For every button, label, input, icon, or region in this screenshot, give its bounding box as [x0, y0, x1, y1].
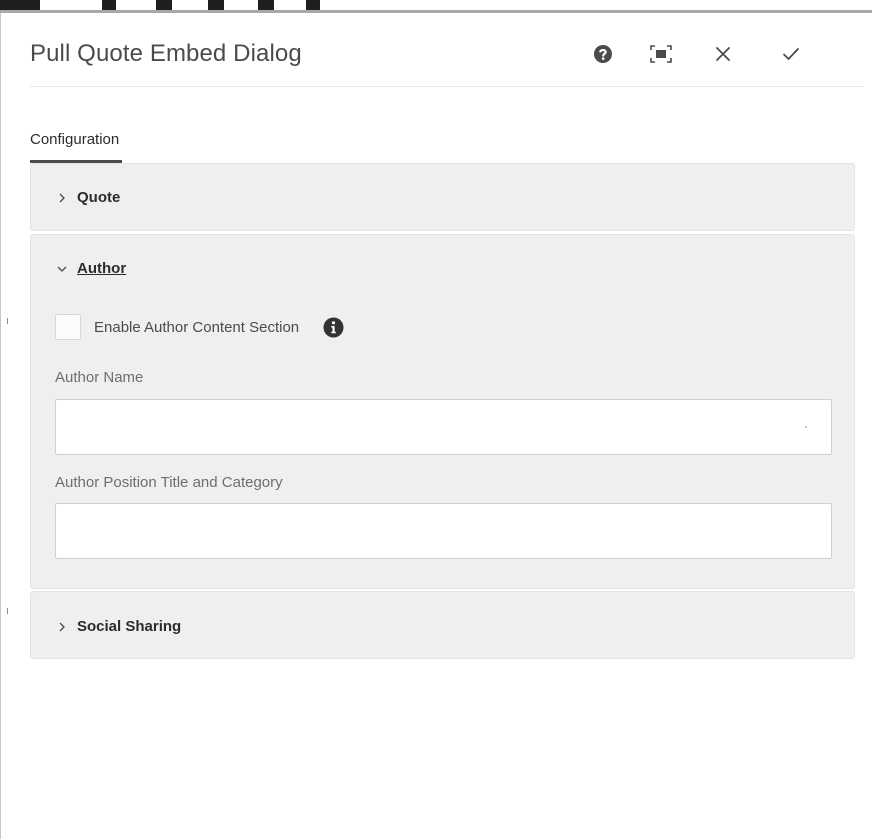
enable-author-row: Enable Author Content Section	[55, 314, 344, 340]
quote-section-label: Quote	[77, 189, 121, 206]
tab-configuration[interactable]: Configuration	[30, 125, 123, 163]
chevron-right-icon	[59, 193, 65, 202]
social-sharing-header[interactable]: Social Sharing	[57, 618, 181, 635]
checkmark-icon	[783, 48, 799, 60]
fullscreen-icon	[650, 45, 672, 63]
enable-author-label: Enable Author Content Section	[94, 318, 300, 336]
author-name-label: Author Name	[55, 369, 144, 386]
author-section-header[interactable]: Author	[57, 260, 126, 277]
author-section: Author Enable Author Content Section Aut…	[30, 234, 855, 589]
social-sharing-label: Social Sharing	[77, 618, 182, 635]
tab-list: Configuration	[30, 125, 123, 163]
info-icon[interactable]	[323, 317, 344, 338]
quote-section: Quote	[30, 163, 855, 231]
author-name-input[interactable]	[55, 399, 832, 455]
quote-section-header[interactable]: Quote	[57, 189, 120, 206]
author-section-label: Author	[77, 260, 127, 277]
window-top-strip	[0, 0, 872, 14]
author-position-label: Author Position Title and Category	[55, 474, 283, 491]
pull-quote-dialog: Pull Quote Embed Dialog Configuration Qu…	[8, 13, 872, 839]
enable-author-checkbox[interactable]	[55, 314, 81, 340]
help-button[interactable]	[586, 37, 620, 71]
social-sharing-section: Social Sharing	[30, 591, 855, 659]
close-button[interactable]	[706, 37, 740, 71]
chevron-right-icon	[59, 622, 65, 631]
chevron-down-icon	[57, 266, 67, 272]
help-icon	[594, 45, 612, 63]
dialog-header: Pull Quote Embed Dialog	[30, 13, 864, 87]
author-position-input[interactable]	[55, 503, 832, 559]
dialog-title: Pull Quote Embed Dialog	[30, 40, 302, 67]
fullscreen-button[interactable]	[644, 37, 678, 71]
close-icon	[716, 47, 730, 61]
window-left-edge	[0, 13, 1, 839]
done-button[interactable]	[774, 37, 808, 71]
